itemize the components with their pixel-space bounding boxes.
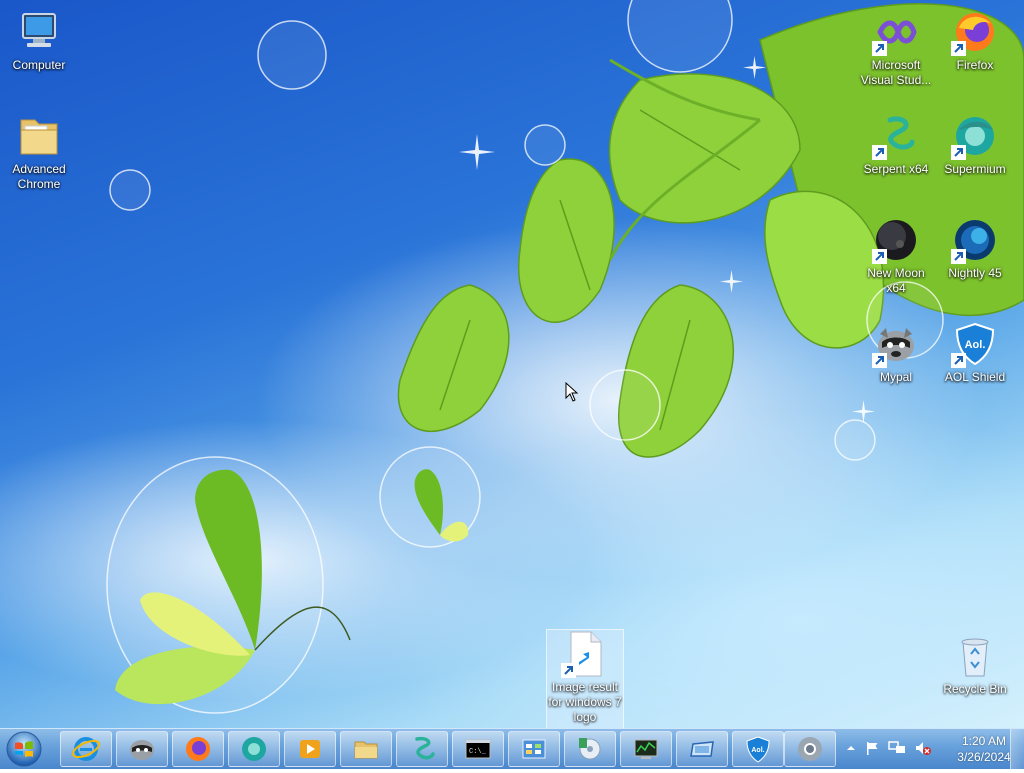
shortcut-arrow-icon xyxy=(951,249,966,264)
volume-muted-icon[interactable] xyxy=(914,740,932,756)
desktop-icon-computer[interactable]: Computer xyxy=(1,8,77,73)
folder-icon xyxy=(15,112,63,160)
taskbar-file-explorer[interactable] xyxy=(340,731,392,767)
desktop-icon-label: Computer xyxy=(12,58,66,72)
desktop-icon-label: Recycle Bin xyxy=(943,682,1007,696)
show-desktop-button[interactable] xyxy=(1010,729,1024,769)
taskbar-chrome[interactable] xyxy=(784,731,836,767)
aol-shield-icon: Aol. xyxy=(746,736,770,763)
desktop-icon-label: Mypal xyxy=(879,370,912,384)
desktop-icon-advanced-chrome[interactable]: Advanced Chrome xyxy=(1,112,77,192)
mypal-icon xyxy=(130,740,154,760)
bing-file-icon xyxy=(561,630,609,678)
supermium-icon xyxy=(951,112,999,160)
desktop-icon-firefox[interactable]: Firefox xyxy=(937,8,1013,73)
taskbar-supermium[interactable] xyxy=(228,731,280,767)
desktop-icon-image-result[interactable]: Image result for windows 7 logo xyxy=(546,629,624,728)
desktop-icon-serpent[interactable]: Serpent x64 xyxy=(858,112,934,177)
desktop-icon-recycle-bin[interactable]: Recycle Bin xyxy=(937,632,1013,697)
shortcut-arrow-icon xyxy=(872,41,887,56)
svg-text:Aol.: Aol. xyxy=(965,339,986,351)
taskbar-serpent[interactable] xyxy=(396,731,448,767)
taskbar: C:\_ Aol. 1:20 AM 3/26/2024 xyxy=(0,728,1024,769)
window-icon xyxy=(690,741,714,757)
file-explorer-icon xyxy=(354,741,378,759)
network-icon[interactable] xyxy=(888,740,906,756)
task-manager-icon xyxy=(634,739,658,759)
recycle-bin-icon xyxy=(951,632,999,680)
internet-explorer-icon xyxy=(72,737,100,761)
command-prompt-icon: C:\_ xyxy=(465,739,491,759)
shortcut-arrow-icon xyxy=(951,41,966,56)
taskbar-window-switcher[interactable] xyxy=(676,731,728,767)
shortcut-arrow-icon xyxy=(872,249,887,264)
desktop-icon-label: Firefox xyxy=(956,58,994,72)
start-button[interactable] xyxy=(4,730,44,768)
svg-text:Aol.: Aol. xyxy=(751,747,764,754)
chrome-icon xyxy=(798,737,822,761)
firefox-icon xyxy=(186,737,210,761)
desktop-icon-label: Nightly 45 xyxy=(948,266,1002,280)
taskbar-internet-explorer[interactable] xyxy=(60,731,112,767)
mouse-cursor-icon xyxy=(565,382,579,402)
desktop-icon-nightly[interactable]: Nightly 45 xyxy=(937,216,1013,281)
aol-shield-icon: Aol. xyxy=(951,320,999,368)
desktop-icon-label: AOL Shield xyxy=(944,370,1006,384)
desktop-icon-label: Supermium xyxy=(944,162,1006,176)
desktop-icon-label: Serpent x64 xyxy=(863,162,929,176)
desktop[interactable]: Computer Advanced Chrome Microsoft Visua… xyxy=(0,0,1024,728)
svg-text:C:\_: C:\_ xyxy=(469,748,487,756)
taskbar-control-panel[interactable] xyxy=(508,731,560,767)
media-player-icon xyxy=(300,740,320,758)
desktop-icon-label: New Moon x64 xyxy=(867,266,925,295)
serpent-icon xyxy=(415,736,435,760)
desktop-icon-label: Microsoft Visual Stud... xyxy=(860,58,932,87)
desktop-icon-mypal[interactable]: Mypal xyxy=(858,320,934,385)
desktop-icon-new-moon[interactable]: New Moon x64 xyxy=(858,216,934,296)
desktop-icon-label: Image result for windows 7 logo xyxy=(548,680,622,724)
action-center-flag-icon[interactable] xyxy=(864,740,880,756)
mypal-icon xyxy=(872,320,920,368)
supermium-icon xyxy=(242,737,266,761)
windows-start-icon xyxy=(6,731,42,767)
taskbar-task-manager[interactable] xyxy=(620,731,672,767)
shortcut-arrow-icon xyxy=(872,145,887,160)
shortcut-arrow-icon xyxy=(951,145,966,160)
visual-studio-icon xyxy=(872,8,920,56)
taskbar-mypal[interactable] xyxy=(116,731,168,767)
system-tray: 1:20 AM 3/26/2024 xyxy=(840,729,1024,769)
desktop-icon-aol-shield[interactable]: Aol. AOL Shield xyxy=(937,320,1013,385)
shortcut-arrow-icon xyxy=(872,353,887,368)
serpent-icon xyxy=(872,112,920,160)
new-moon-icon xyxy=(872,216,920,264)
shortcut-arrow-icon xyxy=(951,353,966,368)
computer-icon xyxy=(15,8,63,56)
taskbar-media-center[interactable] xyxy=(564,731,616,767)
desktop-icon-label: Advanced Chrome xyxy=(12,162,66,191)
taskbar-aol-shield[interactable]: Aol. xyxy=(732,731,784,767)
show-hidden-icons-icon[interactable] xyxy=(846,743,856,753)
taskbar-media-player[interactable] xyxy=(284,731,336,767)
taskbar-firefox[interactable] xyxy=(172,731,224,767)
taskbar-command-prompt[interactable]: C:\_ xyxy=(452,731,504,767)
media-center-icon xyxy=(579,738,601,760)
control-panel-icon xyxy=(522,739,546,759)
firefox-icon xyxy=(951,8,999,56)
desktop-icon-visual-studio[interactable]: Microsoft Visual Stud... xyxy=(858,8,934,88)
shortcut-arrow-icon xyxy=(561,663,576,678)
nightly-icon xyxy=(951,216,999,264)
desktop-icon-supermium[interactable]: Supermium xyxy=(937,112,1013,177)
